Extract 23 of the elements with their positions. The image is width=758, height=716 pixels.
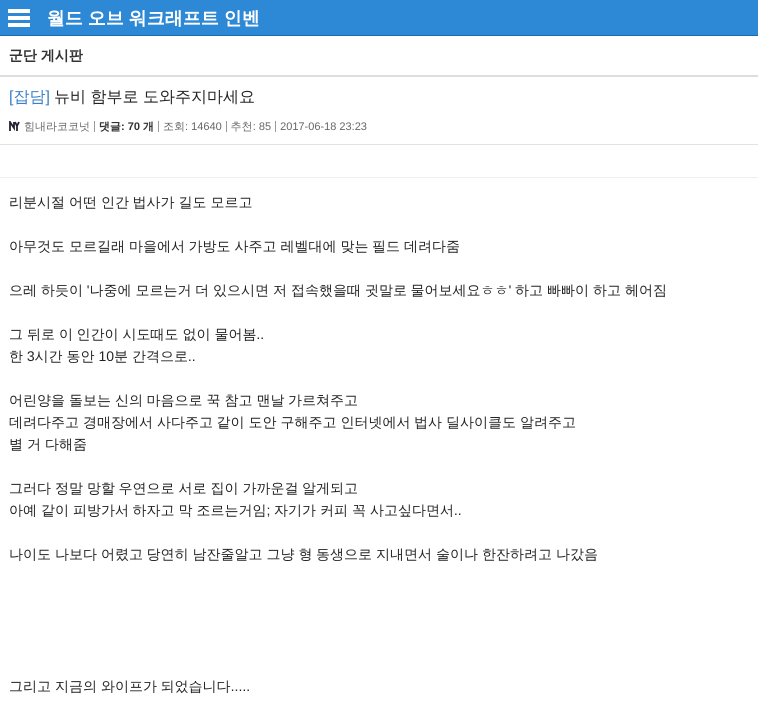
comment-count: 댓글: 70 개 bbox=[99, 120, 154, 134]
body-text: 한 3시간 동안 10분 간격으로.. bbox=[9, 347, 197, 366]
team-logo-icon bbox=[9, 121, 20, 132]
body-text: 아무것도 모르길래 마을에서 가방도 사주고 레벨대에 맞는 필드 데려다줌 bbox=[9, 237, 462, 256]
post-category[interactable]: [잡담] bbox=[9, 87, 50, 108]
body-text: 어린양을 돌보는 신의 마음으로 꾹 참고 맨날 가르쳐주고 bbox=[9, 391, 360, 410]
body-text: 으레 하듯이 '나중에 모르는거 더 있으시면 저 접속했을때 귓말로 물어보세요ㅎㅎ' 하고 빠빠이 하고 헤어짐 bbox=[9, 281, 668, 300]
view-count: 조회: 14640 bbox=[163, 120, 222, 134]
body-text: 데려다주고 경매장에서 사다주고 같이 도안 구해주고 인터넷에서 법사 딜사이클도 알려주고 bbox=[9, 413, 578, 432]
post-title: 뉴비 함부로 도와주지마세요 bbox=[54, 88, 255, 108]
body-text: 그러다 정말 망할 우연으로 서로 집이 가까운걸 알게되고 bbox=[9, 479, 360, 498]
body-text: 리분시절 어떤 인간 법사가 길도 모르고 bbox=[9, 193, 254, 212]
body-text: 그 뒤로 이 인간이 시도때도 없이 물어봄.. bbox=[9, 325, 266, 344]
author-name[interactable]: 힘내라코코넛 bbox=[24, 119, 90, 134]
recommend-count: 추천: 85 bbox=[230, 120, 272, 134]
body-text: 나이도 나보다 어렸고 당연히 남잔줄알고 그냥 형 동생으로 지내면서 술이나 한잔하려고 나갔음 bbox=[9, 545, 599, 564]
board-title[interactable]: 군단 게시판 bbox=[9, 46, 83, 64]
body-text: 별 거 다해줌 bbox=[9, 435, 88, 454]
menu-icon[interactable] bbox=[8, 8, 30, 26]
body-text: 그리고 지금의 와이프가 되었습니다..... bbox=[9, 677, 252, 696]
body-text: 아예 같이 피방가서 하자고 막 조르는거임; 자기가 커피 꼭 사고싶다면서.. bbox=[9, 501, 463, 520]
site-title[interactable]: 월드 오브 워크래프트 인벤 bbox=[47, 6, 260, 30]
post-date: 2017-06-18 23:23 bbox=[280, 120, 367, 132]
